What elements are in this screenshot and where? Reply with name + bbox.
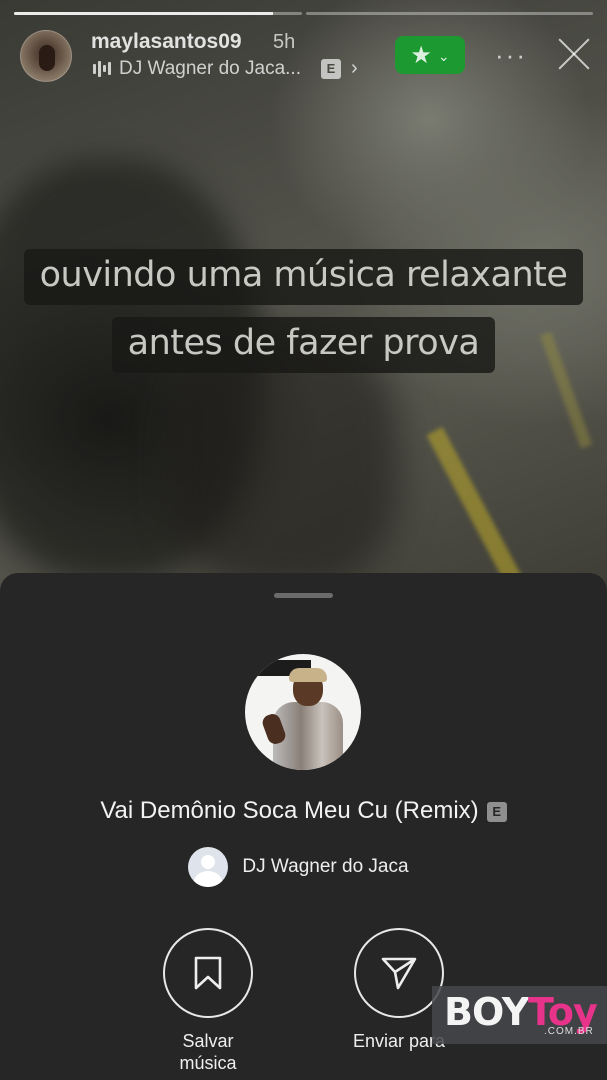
save-circle[interactable]: [163, 928, 253, 1018]
caption-text: ouvindo uma música relaxante: [23, 249, 584, 305]
story-caption-line: ouvindo uma música relaxante: [0, 249, 607, 305]
caption-text: antes de fazer prova: [111, 317, 496, 373]
star-icon: ★: [410, 41, 432, 69]
artist-avatar: [188, 847, 229, 887]
cover-figure-cap: [289, 668, 327, 682]
song-title: Vai Demônio Soca Meu Cu (Remix): [100, 797, 479, 824]
artist-link[interactable]: DJ Wagner do Jaca: [0, 847, 607, 887]
boytoy-watermark-logo: BOY Toy .COM.BR: [432, 986, 607, 1044]
bookmark-icon: [194, 956, 222, 990]
save-music-label: Salvar música: [179, 1031, 237, 1073]
music-attribution-label: DJ Wagner do Jaca...: [119, 57, 301, 79]
music-attribution-link[interactable]: DJ Wagner do Jaca... E ›: [93, 57, 358, 80]
watermark-text: BOY: [444, 990, 529, 1034]
song-title-row: Vai Demônio Soca Meu Cu (Remix) E: [0, 797, 607, 825]
story-time-ago: 5h: [273, 31, 296, 53]
watermark-domain: .COM.BR: [544, 1026, 594, 1037]
story-progress-bar: [14, 12, 593, 15]
artist-name: DJ Wagner do Jaca: [242, 856, 409, 877]
equalizer-icon: [93, 60, 111, 78]
story-username[interactable]: maylasantos09: [91, 30, 242, 54]
progress-segment: [305, 12, 593, 15]
progress-fill: [14, 12, 273, 15]
explicit-badge: E: [320, 58, 341, 79]
explicit-badge: E: [486, 801, 507, 822]
chevron-right-icon: ›: [350, 57, 358, 79]
progress-segment: [14, 12, 302, 15]
sheet-grab-handle[interactable]: [274, 593, 333, 598]
send-icon: [381, 957, 417, 990]
save-music-button[interactable]: Salvar música: [118, 928, 298, 1074]
story-viewer[interactable]: maylasantos09 5h DJ Wagner do Jaca... E …: [0, 0, 607, 600]
user-avatar[interactable]: [20, 30, 72, 82]
more-options-button[interactable]: ···: [495, 40, 527, 71]
close-friends-button[interactable]: ★ ⌄: [395, 36, 465, 74]
send-circle[interactable]: [354, 928, 444, 1018]
chevron-down-icon: ⌄: [437, 47, 450, 64]
album-cover-image: [245, 654, 361, 770]
story-caption-line: antes de fazer prova: [0, 317, 607, 373]
close-icon[interactable]: [556, 36, 592, 72]
